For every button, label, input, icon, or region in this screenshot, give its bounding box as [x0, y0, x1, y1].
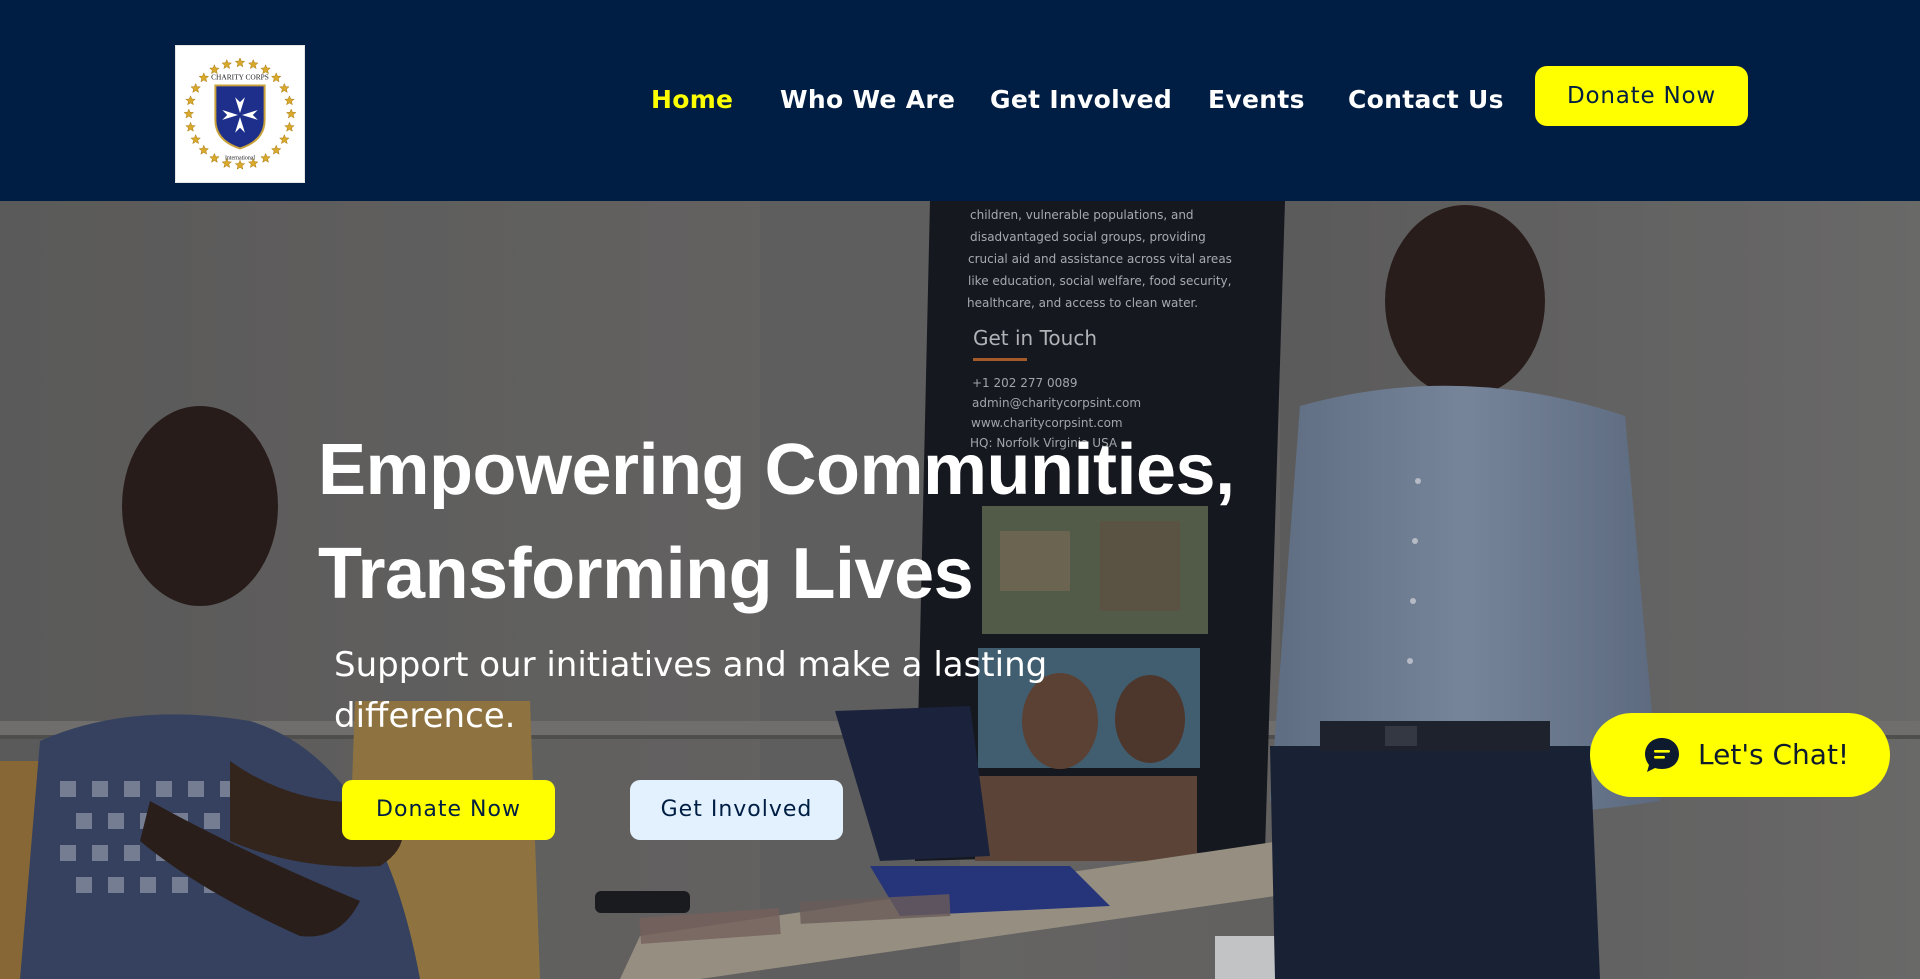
chat-label: Let's Chat!: [1698, 738, 1850, 771]
hero-subtitle: Support our initiatives and make a lasti…: [334, 645, 1048, 736]
logo-emblem-icon: CHARITY CORPS International: [176, 46, 304, 182]
nav-events[interactable]: Events: [1208, 82, 1305, 118]
hero-title: Empowering Communities, Transforming Liv…: [318, 418, 1318, 626]
hero-title-line-2: Transforming Lives: [318, 534, 974, 614]
lets-chat-button[interactable]: Let's Chat!: [1590, 713, 1890, 797]
site-header: CHARITY CORPS International Home Who We …: [0, 0, 1920, 201]
hero-get-involved-button[interactable]: Get Involved: [630, 780, 843, 840]
nav-get-involved[interactable]: Get Involved: [990, 82, 1172, 118]
logo-bottom-text: International: [225, 155, 255, 161]
nav-home[interactable]: Home: [651, 82, 733, 118]
logo-top-text: CHARITY CORPS: [211, 73, 269, 82]
nav-contact-us[interactable]: Contact Us: [1348, 82, 1504, 118]
header-donate-button[interactable]: Donate Now: [1535, 66, 1748, 126]
hero-section: children, vulnerable populations, and di…: [0, 201, 1920, 979]
hero-title-line-1: Empowering Communities,: [318, 430, 1235, 510]
charity-corps-logo[interactable]: CHARITY CORPS International: [175, 45, 305, 183]
nav-who-we-are[interactable]: Who We Are: [780, 82, 955, 118]
chat-bubble-icon: [1645, 738, 1679, 772]
hero-donate-button[interactable]: Donate Now: [342, 780, 555, 840]
